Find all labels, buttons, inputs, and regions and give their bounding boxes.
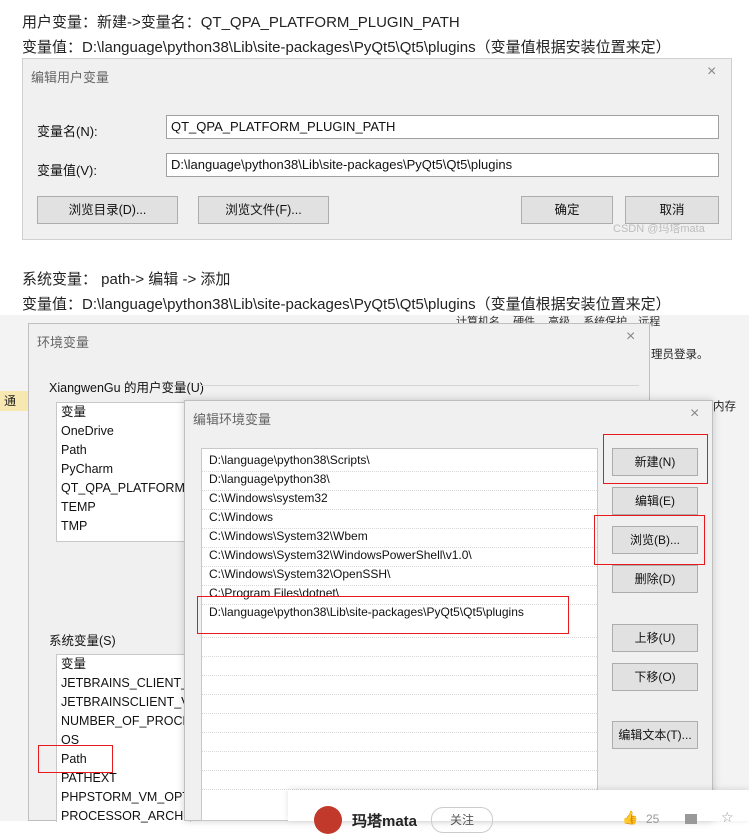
edit-user-variable-dialog: 编辑用户变量 × 变量名(N): QT_QPA_PLATFORM_PLUGIN_…: [22, 58, 732, 240]
like-icon[interactable]: 👍: [622, 810, 638, 826]
path-entry[interactable]: D:\language\python38\: [209, 472, 330, 486]
path-entry[interactable]: C:\Windows: [209, 510, 273, 524]
variable-name-field[interactable]: QT_QPA_PLATFORM_PLUGIN_PATH: [166, 115, 719, 139]
star-icon[interactable]: ☆: [721, 809, 734, 826]
admin-login-text: 理员登录。: [651, 349, 709, 361]
env-dialog-title: 环境变量: [37, 335, 90, 350]
article-line-user-var: 用户变量：新建->变量名：QT_QPA_PLATFORM_PLUGIN_PATH: [22, 14, 460, 31]
list-header: 变量: [61, 405, 87, 419]
variable-name-label: 变量名(N):: [37, 124, 98, 139]
list-item[interactable]: OneDrive: [57, 422, 190, 441]
list-item[interactable]: QT_QPA_PLATFORM_: [57, 479, 192, 498]
path-highlight-box: [38, 745, 113, 773]
delete-button[interactable]: 删除(D): [612, 565, 698, 593]
browse-button-highlight-box: [594, 515, 705, 565]
browse-directory-button[interactable]: 浏览目录(D)...: [37, 196, 178, 224]
dialog-title: 编辑用户变量: [31, 70, 110, 85]
list-item[interactable]: PyCharm: [57, 460, 190, 479]
variable-value-label: 变量值(V):: [37, 163, 97, 178]
article-line-system-value: 变量值：D:\language\python38\Lib\site-packag…: [22, 296, 671, 313]
user-variables-list[interactable]: 变量 OneDrive Path PyCharm QT_QPA_PLATFORM…: [56, 402, 192, 542]
list-item[interactable]: Path: [57, 441, 190, 460]
list-item[interactable]: PROCESSOR_ARCHITE: [57, 807, 203, 826]
avatar[interactable]: [314, 806, 342, 834]
close-icon[interactable]: ×: [690, 405, 699, 423]
path-entry[interactable]: C:\Windows\System32\WindowsPowerShell\v1…: [209, 548, 472, 562]
comment-icon[interactable]: [685, 814, 697, 824]
list-item[interactable]: JETBRAINSCLIENT_VM: [57, 693, 200, 712]
path-entry[interactable]: C:\Windows\system32: [209, 491, 328, 505]
watermark: CSDN @玛塔mata: [613, 223, 705, 235]
user-variables-group-label: XiangwenGu 的用户变量(U): [49, 381, 204, 395]
new-button-highlight-box: [603, 434, 708, 484]
like-count: 25: [646, 812, 660, 826]
path-entry[interactable]: C:\Windows\System32\Wbem: [209, 529, 368, 543]
list-item[interactable]: TEMP: [57, 498, 190, 517]
path-entry[interactable]: C:\Windows\System32\OpenSSH\: [209, 567, 390, 581]
group-divider: [199, 385, 639, 386]
close-icon[interactable]: ×: [626, 328, 635, 346]
new-path-highlight-box: [197, 596, 569, 634]
browse-file-button[interactable]: 浏览文件(F)...: [198, 196, 329, 224]
edit-button[interactable]: 编辑(E): [612, 487, 698, 515]
memory-text: 内存: [713, 401, 736, 413]
system-variables-group-label: 系统变量(S): [49, 634, 116, 648]
system-variables-list[interactable]: 变量 JETBRAINS_CLIENT_VM JETBRAINSCLIENT_V…: [56, 654, 207, 823]
close-icon[interactable]: ×: [707, 63, 716, 81]
move-down-button[interactable]: 下移(O): [612, 663, 698, 691]
list-item[interactable]: NUMBER_OF_PROCES: [57, 712, 199, 731]
list-item[interactable]: JETBRAINS_CLIENT_VM: [57, 674, 207, 693]
author-bar: 玛塔mata 关注 👍 25 ☆: [288, 790, 749, 834]
article-line-user-value: 变量值：D:\language\python38\Lib\site-packag…: [22, 39, 671, 56]
list-header: 变量: [61, 657, 87, 671]
move-up-button[interactable]: 上移(U): [612, 624, 698, 652]
article-line-system-var: 系统变量： path-> 编辑 -> 添加: [22, 271, 231, 288]
list-item[interactable]: PHPSTORM_VM_OPTI: [57, 788, 193, 807]
variable-value-field[interactable]: D:\language\python38\Lib\site-packages\P…: [166, 153, 719, 177]
path-entry[interactable]: D:\language\python38\Scripts\: [209, 453, 370, 467]
edit-env-dialog-title: 编辑环境变量: [193, 412, 272, 427]
background-left-label: 通: [0, 391, 28, 411]
edit-text-button[interactable]: 编辑文本(T)...: [612, 721, 698, 749]
follow-button[interactable]: 关注: [431, 807, 493, 833]
list-item[interactable]: TMP: [57, 517, 190, 536]
path-entries-list[interactable]: D:\language\python38\Scripts\ D:\languag…: [201, 448, 598, 821]
ok-button[interactable]: 确定: [521, 196, 613, 224]
